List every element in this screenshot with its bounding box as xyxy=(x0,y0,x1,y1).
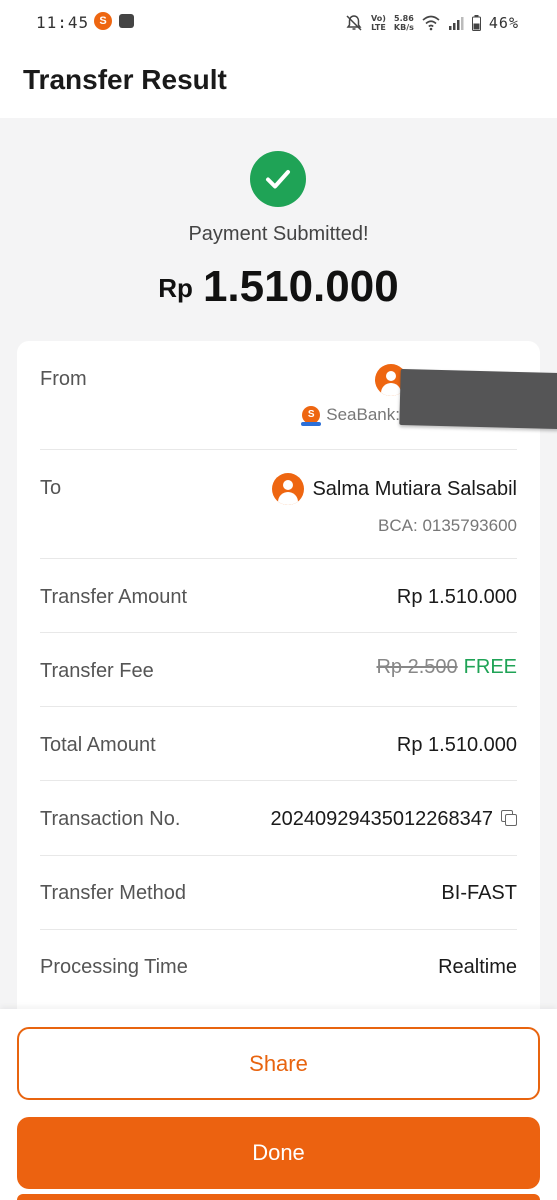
transaction-no-label: Transaction No. xyxy=(40,808,181,830)
transaction-details-card: From S SeaBank: To Salma Mutiara Salsabi… xyxy=(17,341,557,1041)
to-label: To xyxy=(40,477,62,499)
status-bar: 11:45 S Vo) LTE 5.86 KB/s 46% xyxy=(0,0,557,46)
transfer-method-label: Transfer Method xyxy=(40,882,186,904)
sender-bank: S SeaBank: xyxy=(301,405,400,426)
processing-time-label: Processing Time xyxy=(40,956,188,978)
redaction-overlay xyxy=(399,368,557,430)
battery-icon xyxy=(471,15,481,31)
wifi-icon xyxy=(422,15,440,31)
divider xyxy=(40,632,517,633)
battery-level: 46% xyxy=(488,14,519,32)
bottom-action-bar: Share Done xyxy=(0,1009,557,1200)
divider xyxy=(40,780,517,781)
mute-icon xyxy=(346,15,362,31)
transaction-no-text: 20240929435012268347 xyxy=(270,808,493,830)
page-title: Transfer Result xyxy=(23,64,227,95)
sender-bank-name: SeaBank: xyxy=(326,405,400,424)
transfer-fee-label: Transfer Fee xyxy=(40,660,154,682)
network-speed-value: 5.86 xyxy=(394,14,414,23)
from-label: From xyxy=(40,368,87,390)
seabank-logo-icon: S xyxy=(301,406,322,426)
recipient-avatar-icon xyxy=(272,473,305,505)
status-indicators: Vo) LTE 5.86 KB/s 46% xyxy=(345,11,519,35)
signal-icon xyxy=(448,17,464,30)
transfer-amount-value: Rp 1.510.000 xyxy=(396,586,517,608)
app-header: Transfer Result xyxy=(0,46,557,118)
result-amount-value: 1.510.000 xyxy=(202,262,399,311)
next-button-edge xyxy=(17,1194,540,1200)
result-message: Payment Submitted! xyxy=(188,223,369,245)
transfer-amount-label: Transfer Amount xyxy=(40,586,188,608)
recipient-name: Salma Mutiara Salsabil xyxy=(312,477,517,500)
seabank-notification-icon: S xyxy=(94,12,112,30)
transfer-fee-free: FREE xyxy=(463,656,517,678)
volte-indicator: Vo) LTE xyxy=(371,14,386,32)
transfer-fee-value: Rp 2.500 FREE xyxy=(376,656,517,679)
divider xyxy=(40,449,517,450)
divider xyxy=(40,929,517,930)
volte-top: Vo) xyxy=(371,14,386,23)
wallet-notification-icon xyxy=(119,14,134,28)
total-amount-value: Rp 1.510.000 xyxy=(396,734,517,756)
result-currency: Rp xyxy=(158,273,193,303)
divider xyxy=(40,558,517,559)
success-check-icon xyxy=(250,151,306,207)
volte-bottom: LTE xyxy=(371,23,386,32)
transfer-fee-original: Rp 2.500 xyxy=(376,656,458,678)
status-time: 11:45 xyxy=(36,13,90,32)
recipient: Salma Mutiara Salsabil xyxy=(272,473,517,505)
result-amount: Rp 1.510.000 xyxy=(0,262,557,312)
done-button[interactable]: Done xyxy=(17,1117,540,1189)
processing-time-value: Realtime xyxy=(438,956,517,978)
transfer-method-value: BI-FAST xyxy=(441,882,517,904)
share-button[interactable]: Share xyxy=(17,1027,540,1100)
divider xyxy=(40,706,517,707)
network-speed: 5.86 KB/s xyxy=(394,14,414,32)
transaction-no-value[interactable]: 20240929435012268347 xyxy=(271,808,517,831)
network-speed-unit: KB/s xyxy=(393,23,414,32)
total-amount-label: Total Amount xyxy=(40,734,156,756)
divider xyxy=(40,855,517,856)
copy-icon[interactable] xyxy=(501,810,517,826)
recipient-bank: BCA: 0135793600 xyxy=(378,516,517,535)
